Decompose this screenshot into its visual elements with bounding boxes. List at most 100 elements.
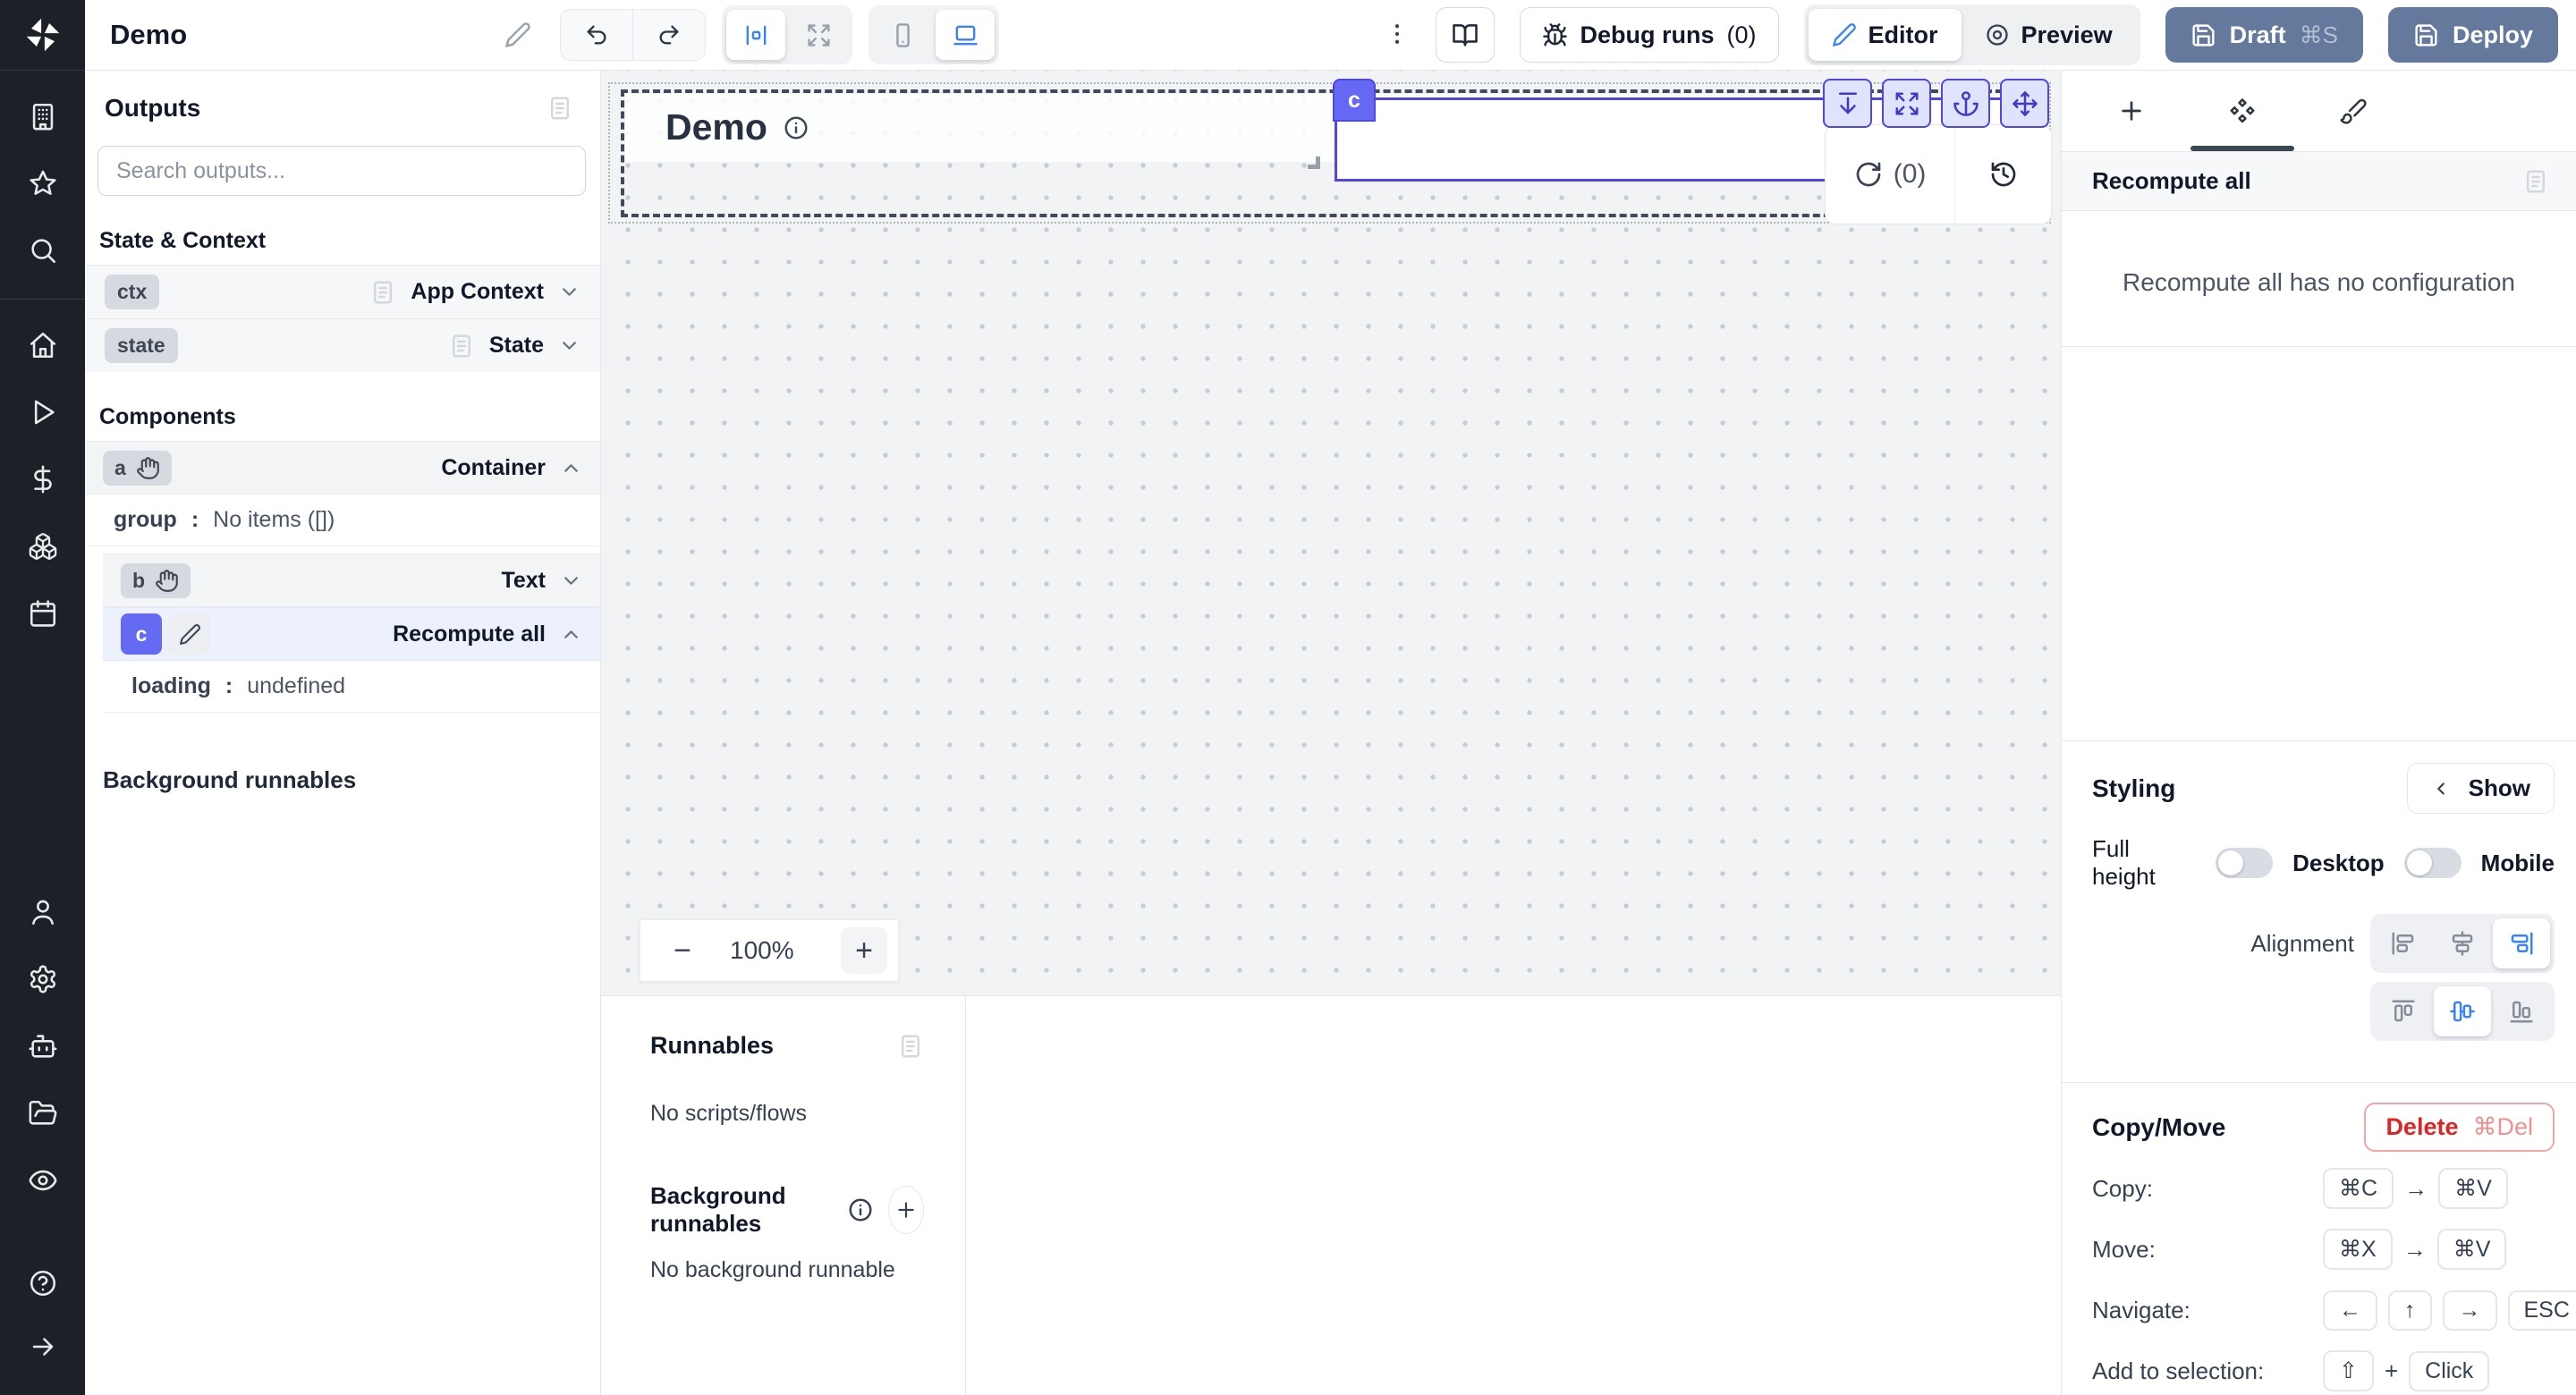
arrow-right-separator: → bbox=[2404, 1175, 2428, 1203]
tab-editor[interactable]: Editor bbox=[1809, 9, 1962, 61]
align-left-button[interactable] bbox=[2375, 918, 2432, 968]
more-menu-button[interactable] bbox=[1384, 21, 1411, 50]
document-icon[interactable] bbox=[2522, 168, 2549, 195]
sidebar-item-resources[interactable] bbox=[28, 531, 58, 564]
outputs-title: Outputs bbox=[105, 94, 200, 123]
align-middle-button[interactable] bbox=[2434, 986, 2491, 1036]
document-icon[interactable] bbox=[547, 95, 573, 122]
component-row-b[interactable]: b Text bbox=[103, 554, 600, 607]
sidebar-item-folders[interactable] bbox=[28, 1098, 58, 1131]
docs-button[interactable] bbox=[1436, 7, 1495, 63]
sidebar-item-workers[interactable] bbox=[28, 1031, 58, 1064]
draft-button[interactable]: Draft ⌘S bbox=[2165, 7, 2363, 63]
desktop-toggle[interactable] bbox=[2404, 848, 2462, 878]
sidebar-item-search[interactable] bbox=[28, 235, 58, 268]
shortcut-label: Move: bbox=[2092, 1236, 2323, 1264]
align-horizontal-space-icon bbox=[743, 22, 769, 48]
component-chip-b[interactable]: b bbox=[121, 563, 191, 598]
component-row-a[interactable]: a Container bbox=[85, 441, 600, 495]
info-icon[interactable] bbox=[783, 114, 809, 141]
sidebar-item-settings[interactable] bbox=[28, 964, 58, 997]
chevron-up-icon[interactable] bbox=[560, 457, 582, 479]
outputs-panel: Outputs State & Context ctx App Context bbox=[85, 71, 601, 1395]
show-styling-button[interactable]: Show bbox=[2407, 763, 2555, 814]
component-id: a bbox=[114, 456, 126, 480]
laptop-icon bbox=[953, 22, 979, 48]
resize-handle[interactable] bbox=[1308, 156, 1320, 169]
debug-runs-button[interactable]: Debug runs (0) bbox=[1520, 7, 1779, 63]
folder-open-icon bbox=[28, 1098, 58, 1129]
align-bottom-button[interactable] bbox=[2493, 986, 2550, 1036]
info-icon[interactable] bbox=[847, 1196, 874, 1223]
desktop-view-button[interactable] bbox=[936, 10, 995, 60]
zoom-in-button[interactable]: + bbox=[841, 927, 887, 974]
full-height-toggle[interactable] bbox=[2216, 848, 2273, 878]
sidebar-item-audit[interactable] bbox=[28, 1165, 58, 1198]
canvas-app-title[interactable]: Demo bbox=[665, 106, 809, 148]
search-outputs-input[interactable] bbox=[116, 158, 567, 184]
sidebar-item-help[interactable] bbox=[28, 1268, 58, 1301]
kbd-key: → bbox=[2443, 1290, 2497, 1331]
redo-button[interactable] bbox=[633, 10, 705, 60]
delete-component-button[interactable]: Delete ⌘Del bbox=[2364, 1103, 2555, 1152]
output-row-ctx[interactable]: ctx App Context bbox=[85, 265, 600, 318]
history-icon[interactable] bbox=[1989, 160, 2018, 189]
anchor-icon bbox=[1953, 90, 1979, 117]
component-toolbar bbox=[1823, 79, 2049, 128]
background-runnables-title: Background runnables bbox=[103, 766, 600, 794]
document-icon[interactable] bbox=[897, 1033, 924, 1060]
chevron-down-icon[interactable] bbox=[558, 281, 580, 303]
center-content-button[interactable] bbox=[726, 10, 785, 60]
tab-preview[interactable]: Preview bbox=[1962, 9, 2136, 61]
chevron-left-icon bbox=[2431, 779, 2451, 799]
state-context-title: State & Context bbox=[99, 228, 600, 254]
edit-component-button[interactable] bbox=[169, 613, 210, 655]
prop-colon: : bbox=[191, 507, 199, 533]
app-canvas[interactable]: Demo c (0) bbox=[601, 71, 2061, 995]
sidebar-item-schedules[interactable] bbox=[28, 598, 58, 631]
dollar-icon bbox=[28, 464, 58, 495]
tab-global-styling[interactable] bbox=[2298, 71, 2409, 151]
kbd-key: ⇧ bbox=[2323, 1350, 2374, 1391]
move-component-button[interactable] bbox=[2000, 79, 2049, 128]
chevron-up-icon[interactable] bbox=[560, 623, 582, 646]
add-background-runnable-button[interactable] bbox=[888, 1186, 924, 1234]
output-row-state[interactable]: state State bbox=[85, 318, 600, 372]
arrow-right-icon bbox=[28, 1332, 58, 1362]
kbd-key: ⌘V bbox=[2437, 1229, 2507, 1270]
align-top-button[interactable] bbox=[2375, 986, 2432, 1036]
component-chip-a[interactable]: a bbox=[103, 451, 172, 486]
mobile-view-button[interactable] bbox=[873, 10, 932, 60]
windmill-logo[interactable] bbox=[0, 0, 85, 71]
styling-section: Styling Show Full height Desktop Mobile bbox=[2062, 740, 2576, 1061]
selected-component-tag[interactable]: c bbox=[1333, 79, 1376, 122]
sidebar-item-variables[interactable] bbox=[28, 464, 58, 497]
deploy-button[interactable]: Deploy bbox=[2388, 7, 2558, 63]
sidebar-item-favorites[interactable] bbox=[28, 168, 58, 201]
tab-component-settings[interactable] bbox=[2187, 71, 2298, 151]
sidebar-item-account[interactable] bbox=[28, 897, 58, 930]
runnables-panel: Runnables No scripts/flows Background ru… bbox=[601, 995, 2061, 1395]
gear-icon bbox=[28, 964, 58, 994]
chevron-down-icon[interactable] bbox=[558, 334, 580, 357]
sidebar-item-home[interactable] bbox=[28, 330, 58, 363]
full-height-label: Full height bbox=[2092, 835, 2196, 891]
insert-below-button[interactable] bbox=[1823, 79, 1872, 128]
undo-button[interactable] bbox=[561, 10, 632, 60]
align-center-vertical-icon bbox=[2449, 930, 2476, 957]
tab-insert-component[interactable] bbox=[2076, 71, 2187, 151]
refresh-icon[interactable] bbox=[1854, 160, 1883, 189]
expand-canvas-button[interactable] bbox=[789, 10, 848, 60]
zoom-out-button[interactable]: − bbox=[651, 927, 714, 974]
anchor-component-button[interactable] bbox=[1941, 79, 1990, 128]
expand-component-button[interactable] bbox=[1882, 79, 1931, 128]
align-right-button[interactable] bbox=[2493, 918, 2550, 968]
sidebar-expand-button[interactable] bbox=[28, 1332, 58, 1365]
arrow-right-separator: → bbox=[2403, 1236, 2427, 1264]
chevron-down-icon[interactable] bbox=[560, 570, 582, 592]
sidebar-item-runs[interactable] bbox=[28, 397, 58, 430]
component-row-c-selected[interactable]: c Recompute all bbox=[103, 607, 600, 661]
align-center-h-button[interactable] bbox=[2434, 918, 2491, 968]
edit-title-button[interactable] bbox=[504, 21, 531, 48]
sidebar-item-workspace[interactable] bbox=[28, 101, 58, 134]
